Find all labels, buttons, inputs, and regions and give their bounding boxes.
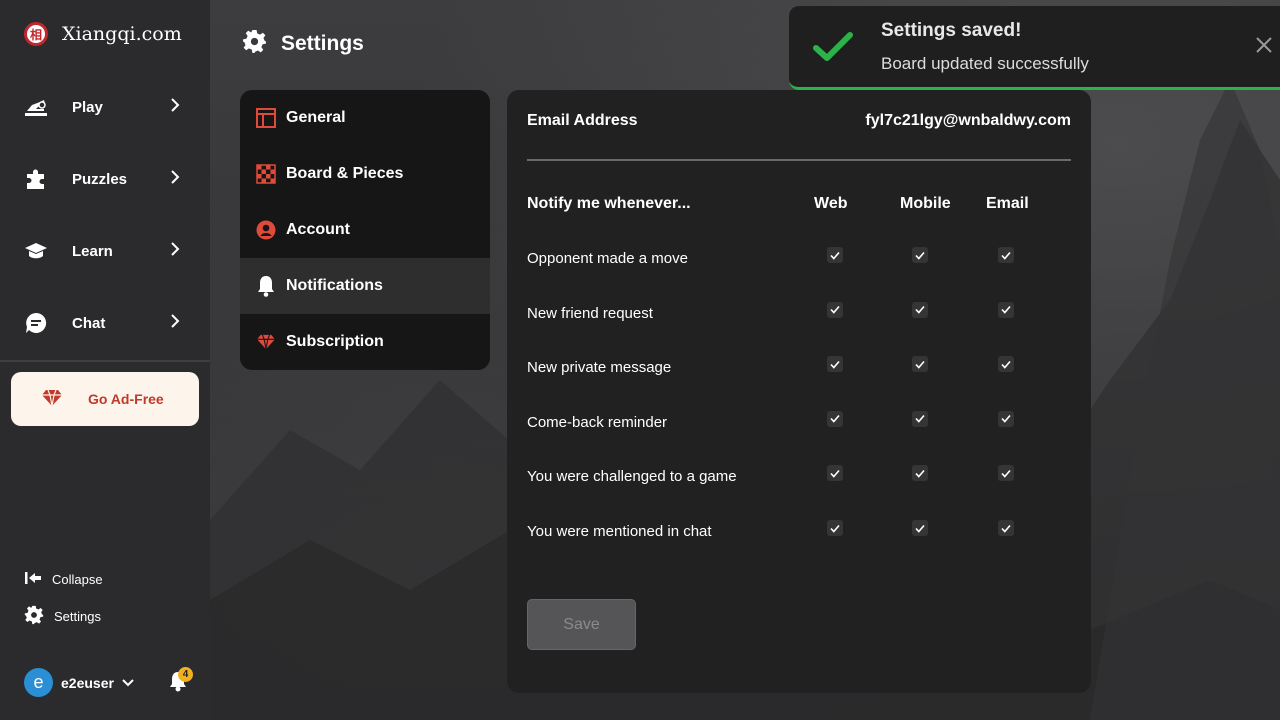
checkbox-email[interactable] <box>998 410 1014 427</box>
email-row: Email Address fyl7c21lgy@wnbaldwy.com <box>527 112 1071 130</box>
checkbox-web[interactable] <box>827 247 843 263</box>
user-menu[interactable]: e e2euser <box>24 668 134 697</box>
brand-logo[interactable]: 相 Xiangqi.com <box>24 22 182 46</box>
user-circle-icon <box>256 220 276 240</box>
sidebar-item-label: Play <box>72 98 103 116</box>
settings-tab-board-pieces[interactable]: Board & Pieces <box>240 146 490 202</box>
graduation-cap-icon <box>24 239 48 263</box>
toast-message: Board updated successfully <box>881 54 1089 73</box>
email-value: fyl7c21lgy@wnbaldwy.com <box>865 112 1071 129</box>
logo-emblem-icon: 相 <box>24 22 48 46</box>
sidebar-item-puzzles[interactable]: Puzzles <box>0 155 210 203</box>
success-toast: Settings saved! Board updated successful… <box>789 6 1280 90</box>
go-ad-free-label: Go Ad-Free <box>88 391 164 407</box>
settings-tab-label: Account <box>286 221 350 238</box>
collapse-arrow-icon <box>24 571 42 588</box>
hand-piece-icon <box>24 95 48 119</box>
checkbox-mobile[interactable] <box>912 301 928 318</box>
settings-tab-account[interactable]: Account <box>240 202 490 258</box>
checkbox-mobile[interactable] <box>912 520 928 536</box>
chevron-right-icon <box>170 241 180 261</box>
sidebar-item-label: Learn <box>72 242 113 260</box>
settings-tab-subscription[interactable]: Subscription <box>240 314 490 370</box>
puzzle-icon <box>24 167 48 191</box>
checkbox-web[interactable] <box>827 356 843 373</box>
checkmark-icon <box>813 32 853 67</box>
bell-icon <box>256 276 276 297</box>
checkerboard-icon <box>256 164 276 184</box>
notify-heading: Notify me whenever... <box>527 195 691 212</box>
notification-row-label: You were mentioned in chat <box>527 523 712 540</box>
email-label: Email Address <box>527 112 638 129</box>
settings-tab-label: Board & Pieces <box>286 165 404 182</box>
notification-row-label: New friend request <box>527 304 653 322</box>
settings-menu: General Board & Pieces Account Notificat… <box>240 90 490 370</box>
notification-row-label: New private message <box>527 359 672 377</box>
sidebar-divider <box>0 360 210 362</box>
checkbox-web[interactable] <box>827 301 843 318</box>
divider <box>527 159 1071 161</box>
checkbox-mobile[interactable] <box>912 465 928 482</box>
avatar: e <box>24 668 53 697</box>
save-button[interactable]: Save <box>527 599 636 650</box>
checkbox-email[interactable] <box>998 247 1014 263</box>
gem-icon <box>41 389 63 412</box>
column-header-web: Web <box>814 195 848 212</box>
sidebar: 相 Xiangqi.com Play Puzzles Learn Chat Go… <box>0 0 210 720</box>
sidebar-item-chat[interactable]: Chat <box>0 299 210 347</box>
chat-bubble-icon <box>24 311 48 335</box>
checkbox-email[interactable] <box>998 465 1014 482</box>
checkbox-mobile[interactable] <box>912 247 928 263</box>
settings-tab-label: General <box>286 109 346 126</box>
column-header-mobile: Mobile <box>900 195 951 212</box>
checkbox-web[interactable] <box>827 520 843 536</box>
checkbox-web[interactable] <box>827 465 843 482</box>
checkbox-mobile[interactable] <box>912 356 928 373</box>
go-ad-free-button[interactable]: Go Ad-Free <box>11 372 199 426</box>
sidebar-item-learn[interactable]: Learn <box>0 227 210 275</box>
page-header: Settings <box>242 29 364 59</box>
brand-name: Xiangqi.com <box>62 23 182 45</box>
chevron-right-icon <box>170 97 180 117</box>
sidebar-settings-link[interactable]: Settings <box>24 605 101 628</box>
checkbox-mobile[interactable] <box>912 410 928 427</box>
sidebar-item-label: Chat <box>72 314 106 332</box>
gear-icon <box>242 29 267 59</box>
settings-label: Settings <box>54 609 101 624</box>
chevron-right-icon <box>170 313 180 333</box>
chevron-down-icon <box>122 674 134 692</box>
settings-tab-general[interactable]: General <box>240 90 490 146</box>
gem-icon <box>256 332 276 352</box>
toast-title: Settings saved! <box>881 20 1022 41</box>
chevron-right-icon <box>170 169 180 189</box>
notifications-bell-button[interactable]: 4 <box>168 667 193 697</box>
settings-tab-label: Notifications <box>286 277 383 294</box>
settings-tab-label: Subscription <box>286 333 384 350</box>
close-icon[interactable] <box>1255 36 1273 59</box>
sidebar-item-play[interactable]: Play <box>0 83 210 131</box>
checkbox-email[interactable] <box>998 356 1014 373</box>
window-icon <box>256 108 276 128</box>
username: e2euser <box>61 674 114 691</box>
notification-row-label: Come-back reminder <box>527 413 668 431</box>
settings-tab-notifications[interactable]: Notifications <box>240 258 490 314</box>
column-header-email: Email <box>986 195 1029 212</box>
page-title: Settings <box>281 32 364 55</box>
collapse-button[interactable]: Collapse <box>24 571 103 588</box>
notification-count-badge: 4 <box>178 667 193 682</box>
checkbox-email[interactable] <box>998 301 1014 318</box>
notification-row-label: You were challenged to a game <box>527 468 737 486</box>
sidebar-item-label: Puzzles <box>72 170 128 188</box>
notifications-panel: Email Address fyl7c21lgy@wnbaldwy.com No… <box>507 90 1091 693</box>
gear-icon <box>24 605 44 628</box>
checkbox-email[interactable] <box>998 520 1014 536</box>
checkbox-web[interactable] <box>827 410 843 427</box>
notification-row-label: Opponent made a move <box>527 250 688 267</box>
collapse-label: Collapse <box>52 572 103 587</box>
